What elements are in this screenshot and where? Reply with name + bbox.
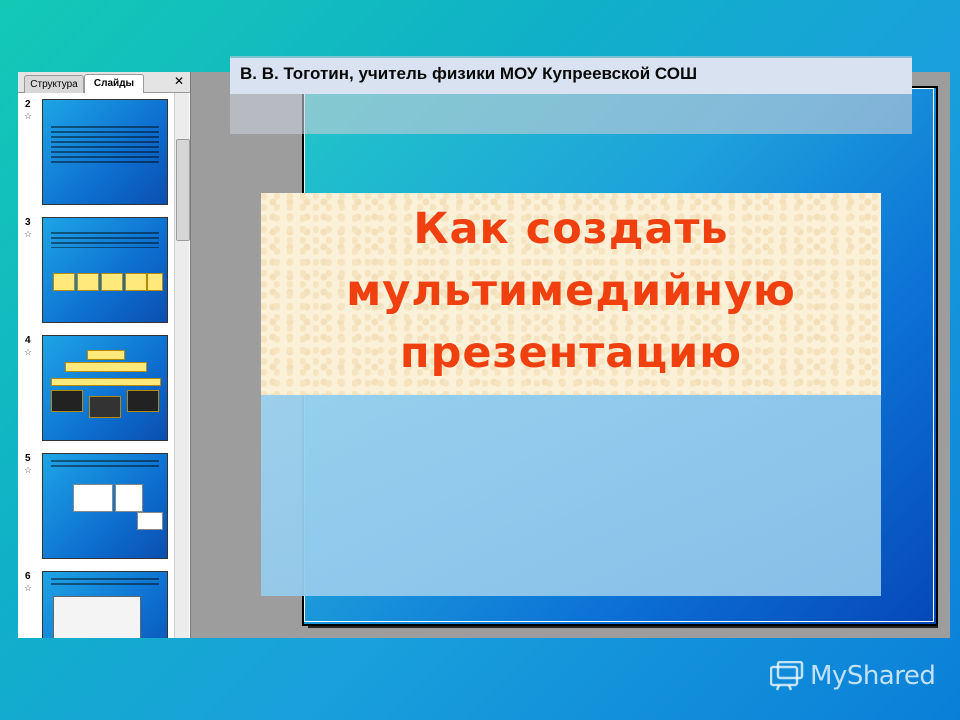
watermark: MyShared: [769, 656, 950, 696]
slide-number: 4: [25, 335, 31, 346]
thumbnail-image: [53, 273, 75, 291]
thumbnail-slide-2[interactable]: 2 ☆: [18, 95, 174, 207]
slide-thumbnail[interactable]: [42, 453, 168, 559]
star-icon: ☆: [24, 465, 33, 475]
thumbnail-slide-5[interactable]: 5 ☆: [18, 449, 174, 561]
scrollbar-thumb[interactable]: [176, 139, 190, 241]
slide-thumbnail[interactable]: [42, 99, 168, 205]
thumbnail-slide-4[interactable]: 4 ☆: [18, 331, 174, 443]
thumbnail-slide-3[interactable]: 3 ☆: [18, 213, 174, 325]
page-title: Как создать мультимедийную презентацию: [346, 204, 796, 378]
slide-thumbnail[interactable]: [42, 571, 168, 638]
thumbnail-image: [53, 596, 141, 638]
close-icon[interactable]: ✕: [174, 74, 184, 88]
thumbnail-image: [89, 396, 121, 418]
thumbnail-image: [65, 362, 147, 372]
slide-thumbnail[interactable]: [42, 217, 168, 323]
slide-thumbnail[interactable]: [42, 335, 168, 441]
tab-slides[interactable]: Слайды: [84, 74, 144, 93]
thumbnail-image: [87, 350, 125, 360]
slide-number: 6: [25, 571, 31, 582]
author-text: В. В. Тоготин, учитель физики МОУ Купрее…: [240, 64, 698, 83]
thumbnail-image: [137, 512, 163, 530]
thumbnail-image: [101, 273, 123, 291]
thumbnail-image: [51, 390, 83, 412]
thumbnail-text-lines: [51, 232, 159, 248]
thumbnail-image: [147, 273, 163, 291]
star-icon: ☆: [24, 111, 33, 121]
thumbnail-slide-6[interactable]: 6 ☆: [18, 567, 174, 638]
slide-number: 3: [25, 217, 31, 228]
thumbnail-image: [73, 484, 113, 512]
thumbnail-image: [51, 378, 161, 386]
panel-tabs: Структура Слайды ✕: [18, 72, 190, 93]
slides-panel: Структура Слайды ✕ 2 ☆ 3 ☆ 4 ☆ 5 ☆ 6 ☆: [18, 72, 191, 638]
thumbnail-image: [125, 273, 147, 291]
thumbnail-image: [127, 390, 159, 412]
tab-structure[interactable]: Структура: [24, 75, 84, 93]
star-icon: ☆: [24, 583, 33, 593]
watermark-text: MyShared: [810, 661, 936, 691]
star-icon: ☆: [24, 229, 33, 239]
thumbnail-list: 2 ☆ 3 ☆ 4 ☆ 5 ☆ 6 ☆: [18, 93, 174, 638]
thumbnail-text-lines: [51, 578, 159, 586]
myshared-logo-icon: [769, 660, 804, 691]
thumbnail-image: [115, 484, 143, 512]
slide-number: 2: [25, 99, 31, 110]
thumbnail-scrollbar[interactable]: [174, 93, 190, 638]
slide-number: 5: [25, 453, 31, 464]
thumbnail-text-lines: [51, 126, 159, 166]
thumbnail-image: [77, 273, 99, 291]
thumbnail-text-lines: [51, 460, 159, 470]
star-icon: ☆: [24, 347, 33, 357]
